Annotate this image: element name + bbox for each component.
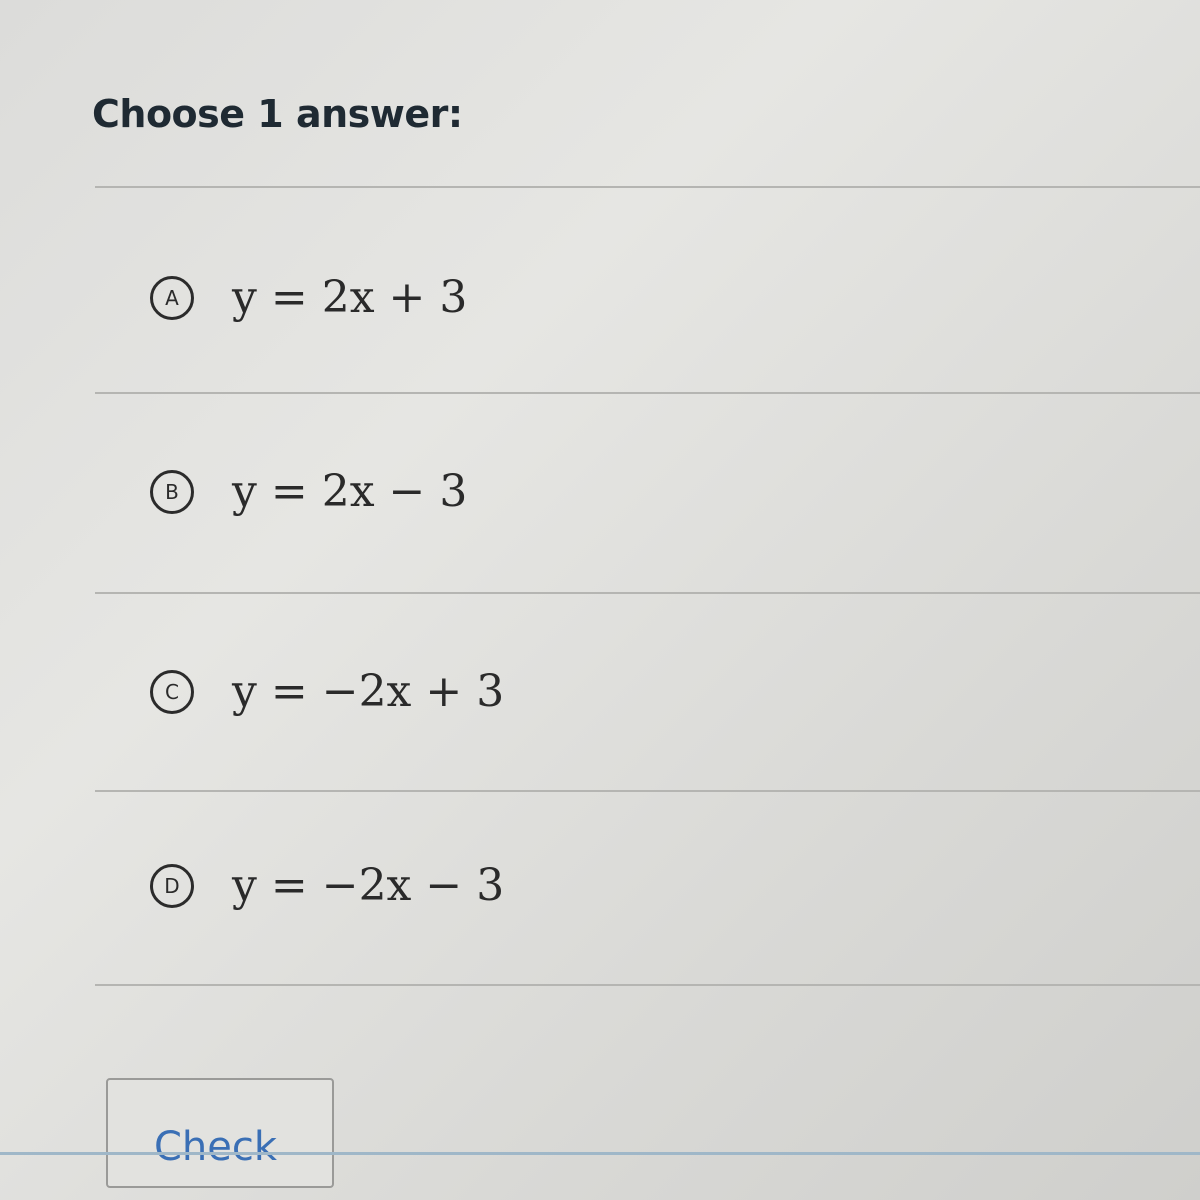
choice-b-radio[interactable]: B — [150, 469, 194, 514]
choice-a-equation: y = 2x + 3 — [232, 272, 468, 323]
choice-c-equation: y = −2x + 3 — [232, 666, 505, 717]
choice-a-radio[interactable]: A — [150, 275, 194, 320]
choice-b-equation: y = 2x − 3 — [232, 466, 468, 517]
check-button[interactable]: Check — [106, 1078, 334, 1188]
choice-a[interactable]: A y = 2x + 3 — [150, 272, 467, 323]
choice-d-radio[interactable]: D — [150, 863, 194, 908]
choice-d[interactable]: D y = −2x − 3 — [150, 860, 504, 911]
divider — [95, 186, 1200, 188]
divider — [95, 984, 1200, 986]
bottom-bar — [0, 1152, 1200, 1155]
question-prompt: Choose 1 answer: — [92, 92, 463, 136]
choice-b[interactable]: B y = 2x − 3 — [150, 466, 467, 517]
divider — [95, 592, 1200, 594]
choice-c[interactable]: C y = −2x + 3 — [150, 666, 504, 717]
divider — [95, 392, 1200, 394]
divider — [95, 790, 1200, 792]
choice-c-radio[interactable]: C — [150, 669, 194, 714]
choice-d-equation: y = −2x − 3 — [232, 860, 505, 911]
